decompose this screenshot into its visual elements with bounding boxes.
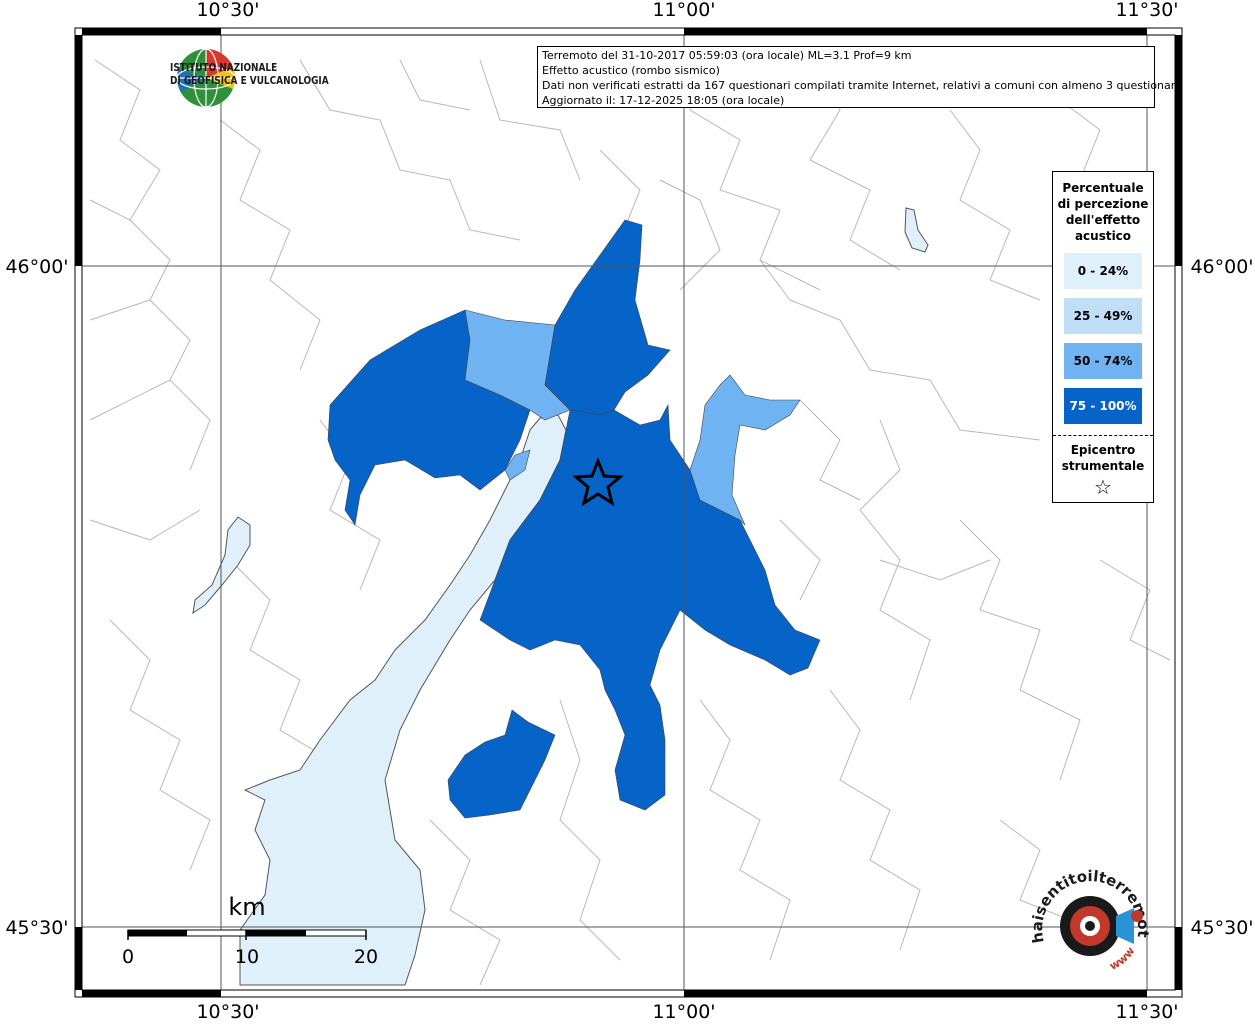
legend-title-line: acustico xyxy=(1074,229,1132,243)
legend-divider xyxy=(1053,435,1153,436)
legend-item-50-74: 50 - 74% xyxy=(1064,343,1142,379)
lat-label-left-1: 46°00' xyxy=(5,256,68,278)
lon-label-bottom-1: 10°30' xyxy=(196,1001,259,1023)
legend-epicenter-line: strumentale xyxy=(1061,459,1145,473)
scale-unit: km xyxy=(228,893,265,921)
lon-label-bottom-3: 11°30' xyxy=(1115,1001,1178,1023)
legend-item-0-24: 0 - 24% xyxy=(1064,253,1142,289)
lat-label-left-2: 45°30' xyxy=(5,917,68,939)
lon-label-top-3: 11°30' xyxy=(1115,0,1178,21)
event-title: Terremoto del 31-10-2017 05:59:03 (ora l… xyxy=(542,49,912,62)
scale-tick-10: 10 xyxy=(235,946,259,968)
ingv-name-line2: DI GEOFISICA E VULCANOLOGIA xyxy=(170,75,329,87)
legend-item-25-49: 25 - 49% xyxy=(1064,298,1142,334)
legend-title-line: dell'effetto xyxy=(1065,213,1141,227)
lon-label-top-2: 11°00' xyxy=(652,0,715,21)
lon-label-bottom-2: 11°00' xyxy=(652,1001,715,1023)
scale-tick-20: 20 xyxy=(354,946,378,968)
legend-item-75-100: 75 - 100% xyxy=(1064,388,1142,424)
legend-epicenter-line: Epicentro xyxy=(1070,443,1136,457)
ingv-name-line1: ISTITUTO NAZIONALE xyxy=(170,62,278,74)
legend: Percentuale di percezione dell'effetto a… xyxy=(1052,171,1154,503)
event-effect: Effetto acustico (rombo sismico) xyxy=(542,64,720,77)
legend-title-line: Percentuale xyxy=(1062,181,1144,195)
legend-star-icon: ☆ xyxy=(1094,475,1112,499)
haisentito-logo: haisentitoilterremoto.it www xyxy=(1030,862,1150,973)
lat-label-right-2: 45°30' xyxy=(1190,917,1253,939)
svg-text:www: www xyxy=(1107,944,1137,972)
legend-epicenter-label: Epicentro strumentale xyxy=(1053,442,1153,474)
legend-title: Percentuale di percezione dell'effetto a… xyxy=(1053,180,1153,244)
scale-tick-0: 0 xyxy=(122,946,134,968)
event-updated: Aggiornato il: 17-12-2025 18:05 (ora loc… xyxy=(542,94,785,107)
ingv-logo-text: ISTITUTO NAZIONALE DI GEOFISICA E VULCAN… xyxy=(170,62,329,88)
lat-label-right-1: 46°00' xyxy=(1190,256,1253,278)
legend-title-line: di percezione xyxy=(1057,197,1149,211)
event-info-box: Terremoto del 31-10-2017 05:59:03 (ora l… xyxy=(537,46,1182,108)
event-data-note: Dati non verificati estratti da 167 ques… xyxy=(542,79,1182,92)
lon-label-top-1: 10°30' xyxy=(196,0,259,21)
haisentito-www: www xyxy=(1107,944,1137,972)
